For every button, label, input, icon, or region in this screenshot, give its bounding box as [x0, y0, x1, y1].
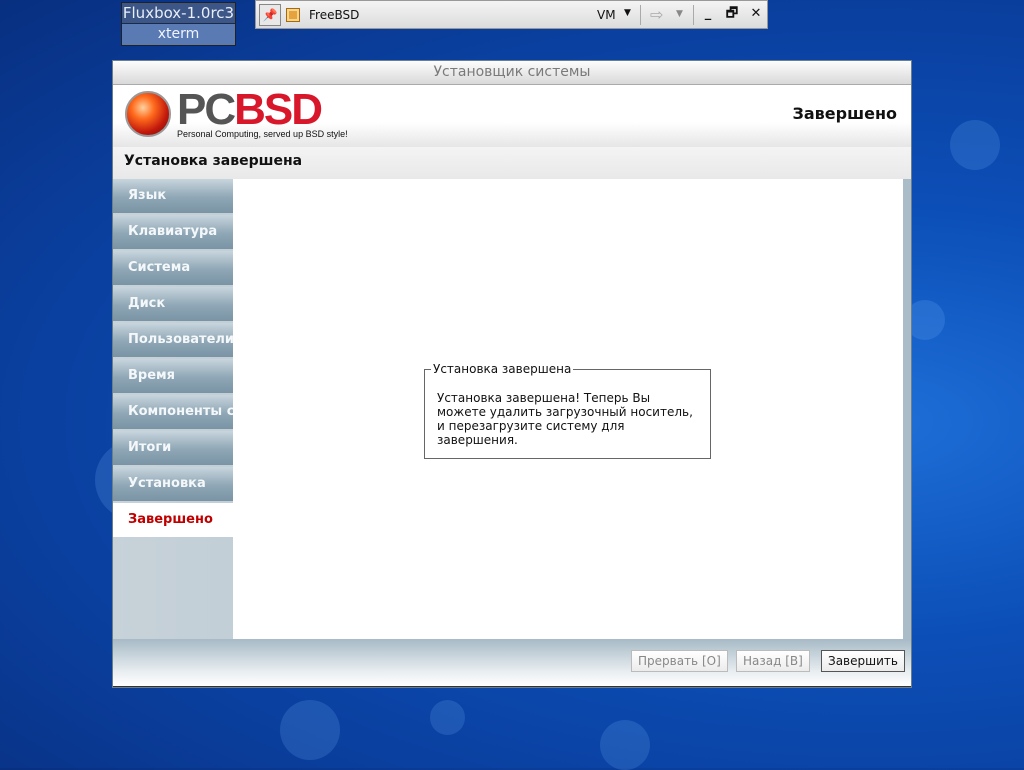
completion-groupbox: Установка завершена Установка завершена!…: [424, 362, 711, 459]
abort-button[interactable]: Прервать [О]: [631, 650, 728, 672]
arrow-right-icon[interactable]: ⇨: [650, 5, 663, 24]
pcbsd-logo: PCBSD: [177, 85, 323, 135]
content-pane: Установка завершена Установка завершена!…: [233, 179, 903, 639]
chevron-down-icon[interactable]: ▼: [676, 9, 683, 19]
window-bottom-border: [113, 686, 911, 687]
fluxbox-workspace-menu: Fluxbox-1.0rc3 xterm: [121, 2, 236, 46]
logo-tagline: Personal Computing, served up BSD style!: [177, 129, 348, 139]
desktop-bokeh: [950, 120, 1000, 170]
pin-icon[interactable]: 📌: [259, 4, 281, 26]
steps-sidebar: Язык Клавиатура Система Диск Пользовател…: [113, 179, 233, 641]
desktop-bokeh: [280, 700, 340, 760]
window-title[interactable]: Установщик системы: [113, 61, 911, 85]
completion-message: Установка завершена! Теперь Вы можете уд…: [437, 391, 693, 447]
toolbar-separator: [640, 5, 641, 25]
desktop-bokeh: [430, 700, 465, 735]
vm-menu-button[interactable]: VM: [597, 8, 616, 22]
sidebar-item-finished[interactable]: Завершено: [113, 503, 233, 537]
button-bar: Прервать [О] Назад [В] Завершить: [113, 639, 911, 686]
toolbar-separator: [693, 5, 694, 25]
desktop-bokeh: [600, 720, 650, 770]
back-button[interactable]: Назад [В]: [736, 650, 810, 672]
vm-title: FreeBSD: [309, 8, 360, 22]
header-status: Завершено: [792, 104, 897, 123]
sidebar-item-users[interactable]: Пользователи: [113, 323, 233, 357]
section-title: Установка завершена: [124, 153, 303, 169]
section-header: Установка завершена: [113, 147, 911, 180]
minimize-button[interactable]: _: [700, 6, 716, 22]
virtualbox-icon: [286, 8, 300, 22]
sidebar-item-time[interactable]: Время: [113, 359, 233, 393]
sidebar-item-disk[interactable]: Диск: [113, 287, 233, 321]
close-button[interactable]: ✕: [748, 6, 764, 22]
sidebar-item-components[interactable]: Компоненты системы: [113, 395, 233, 429]
finish-button[interactable]: Завершить: [821, 650, 905, 672]
pcbsd-logo-icon: [125, 91, 171, 137]
sidebar-item-keyboard[interactable]: Клавиатура: [113, 215, 233, 249]
sidebar-item-install[interactable]: Установка: [113, 467, 233, 501]
installer-body: Язык Клавиатура Система Диск Пользовател…: [113, 179, 911, 641]
sidebar-item-language[interactable]: Язык: [113, 179, 233, 213]
groupbox-legend: Установка завершена: [431, 362, 574, 376]
logo-text-pc: PC: [177, 85, 236, 134]
installer-header: PCBSD Personal Computing, served up BSD …: [113, 85, 911, 147]
sidebar-item-system[interactable]: Система: [113, 251, 233, 285]
installer-window: Установщик системы PCBSD Personal Comput…: [112, 60, 912, 688]
restore-button[interactable]: 🗗: [724, 6, 740, 22]
chevron-down-icon[interactable]: ▼: [624, 8, 631, 18]
fluxbox-workspace-title[interactable]: Fluxbox-1.0rc3: [122, 3, 235, 24]
logo-text-bsd: BSD: [234, 85, 323, 134]
sidebar-item-summary[interactable]: Итоги: [113, 431, 233, 465]
vm-toolbar: 📌 FreeBSD VM ▼ ⇨ ▼ _ 🗗 ✕: [255, 0, 768, 29]
fluxbox-window-xterm[interactable]: xterm: [122, 24, 235, 45]
